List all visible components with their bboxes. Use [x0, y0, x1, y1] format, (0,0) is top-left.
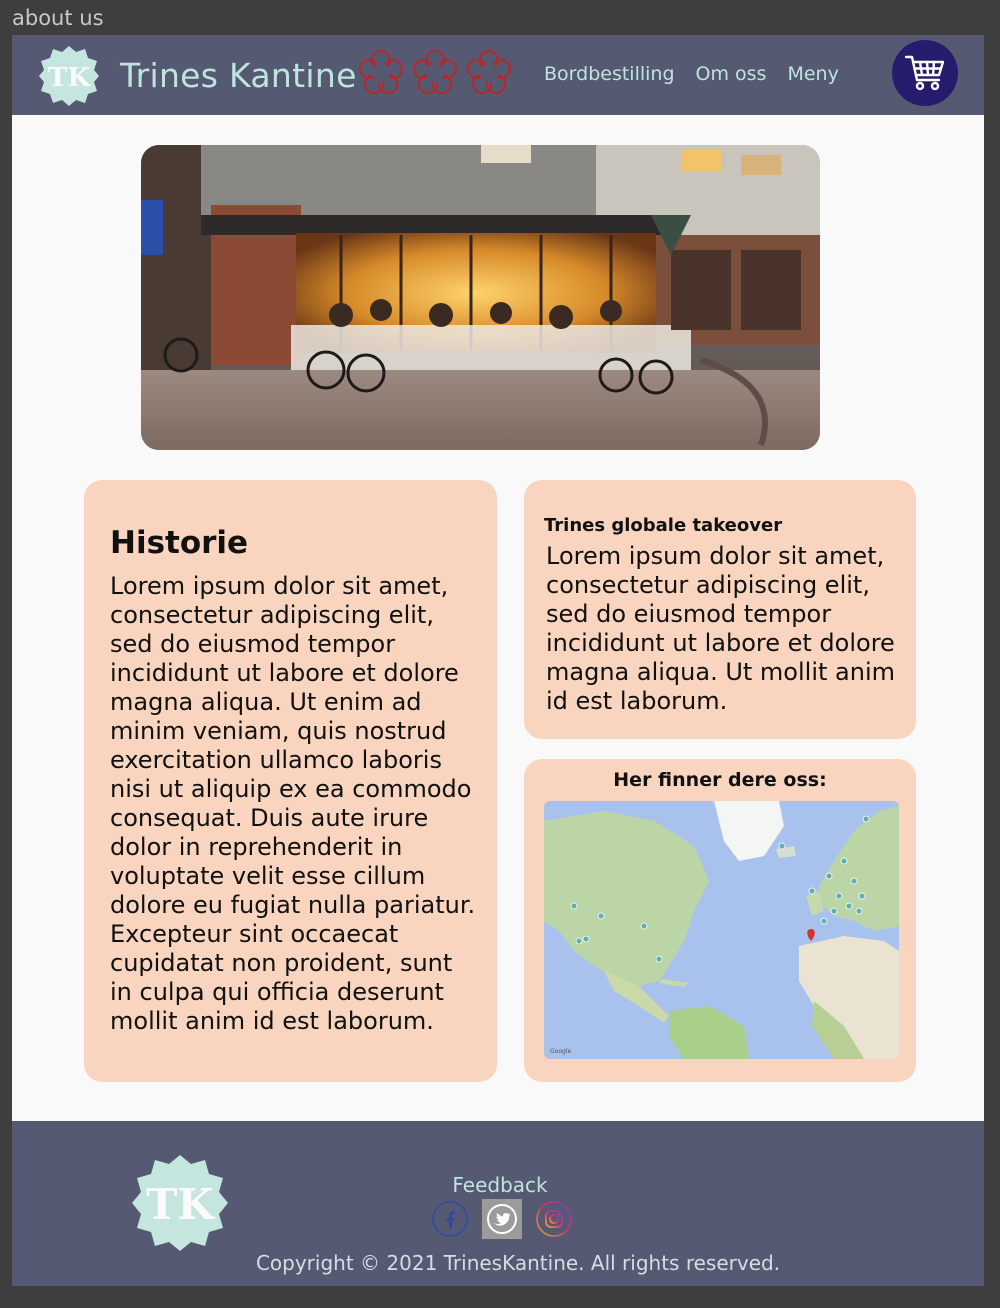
logo-badge[interactable]: TK	[38, 45, 100, 107]
historie-card: Historie Lorem ipsum dolor sit amet, con…	[84, 480, 497, 1082]
main-nav: Bordbestilling Om oss Meny	[544, 63, 839, 85]
rating-stars	[357, 49, 513, 99]
flower-star-icon	[413, 50, 457, 94]
historie-title: Historie	[110, 525, 249, 561]
facebook-icon	[432, 1201, 468, 1237]
takeover-card: Trines globale takeover Lorem ipsum dolo…	[524, 480, 916, 739]
nav-om-oss[interactable]: Om oss	[696, 63, 767, 85]
cart-button[interactable]	[892, 40, 958, 106]
shopping-cart-icon	[904, 55, 945, 91]
nav-bordbestilling[interactable]: Bordbestilling	[544, 63, 675, 85]
flower-star-icon	[467, 50, 511, 94]
copyright-text: Copyright © 2021 TrinesKantine. All righ…	[255, 1251, 781, 1275]
facebook-link[interactable]	[430, 1199, 470, 1239]
map-card: Her finner dere oss: Google	[524, 759, 916, 1082]
instagram-link[interactable]	[534, 1199, 574, 1239]
takeover-title: Trines globale takeover	[544, 515, 783, 536]
feedback-link[interactable]: Feedback	[12, 1173, 984, 1197]
page: TK Trines Kantine Bordbestilling Om oss …	[12, 35, 984, 1286]
location-map[interactable]: Google	[544, 801, 899, 1059]
twitter-link[interactable]	[482, 1199, 522, 1239]
svg-text:Google: Google	[550, 1048, 571, 1055]
site-footer: TK Feedback Copyright © 2021 TrinesKanti…	[12, 1121, 984, 1286]
nav-meny[interactable]: Meny	[787, 63, 838, 85]
social-links	[430, 1199, 574, 1239]
takeover-body: Lorem ipsum dolor sit amet, consectetur …	[546, 542, 895, 715]
restaurant-photo	[141, 145, 820, 450]
historie-body: Lorem ipsum dolor sit amet, consectetur …	[110, 572, 476, 1035]
window-title: about us	[12, 6, 104, 30]
map-title: Her finner dere oss:	[613, 769, 827, 791]
twitter-icon	[487, 1204, 517, 1234]
footer-logo-badge: TK	[132, 1155, 228, 1251]
instagram-icon	[536, 1201, 572, 1237]
flower-star-icon	[359, 50, 403, 94]
brand-name: Trines Kantine	[120, 56, 357, 95]
site-header: TK Trines Kantine Bordbestilling Om oss …	[12, 35, 984, 115]
logo-text: TK	[48, 63, 91, 93]
